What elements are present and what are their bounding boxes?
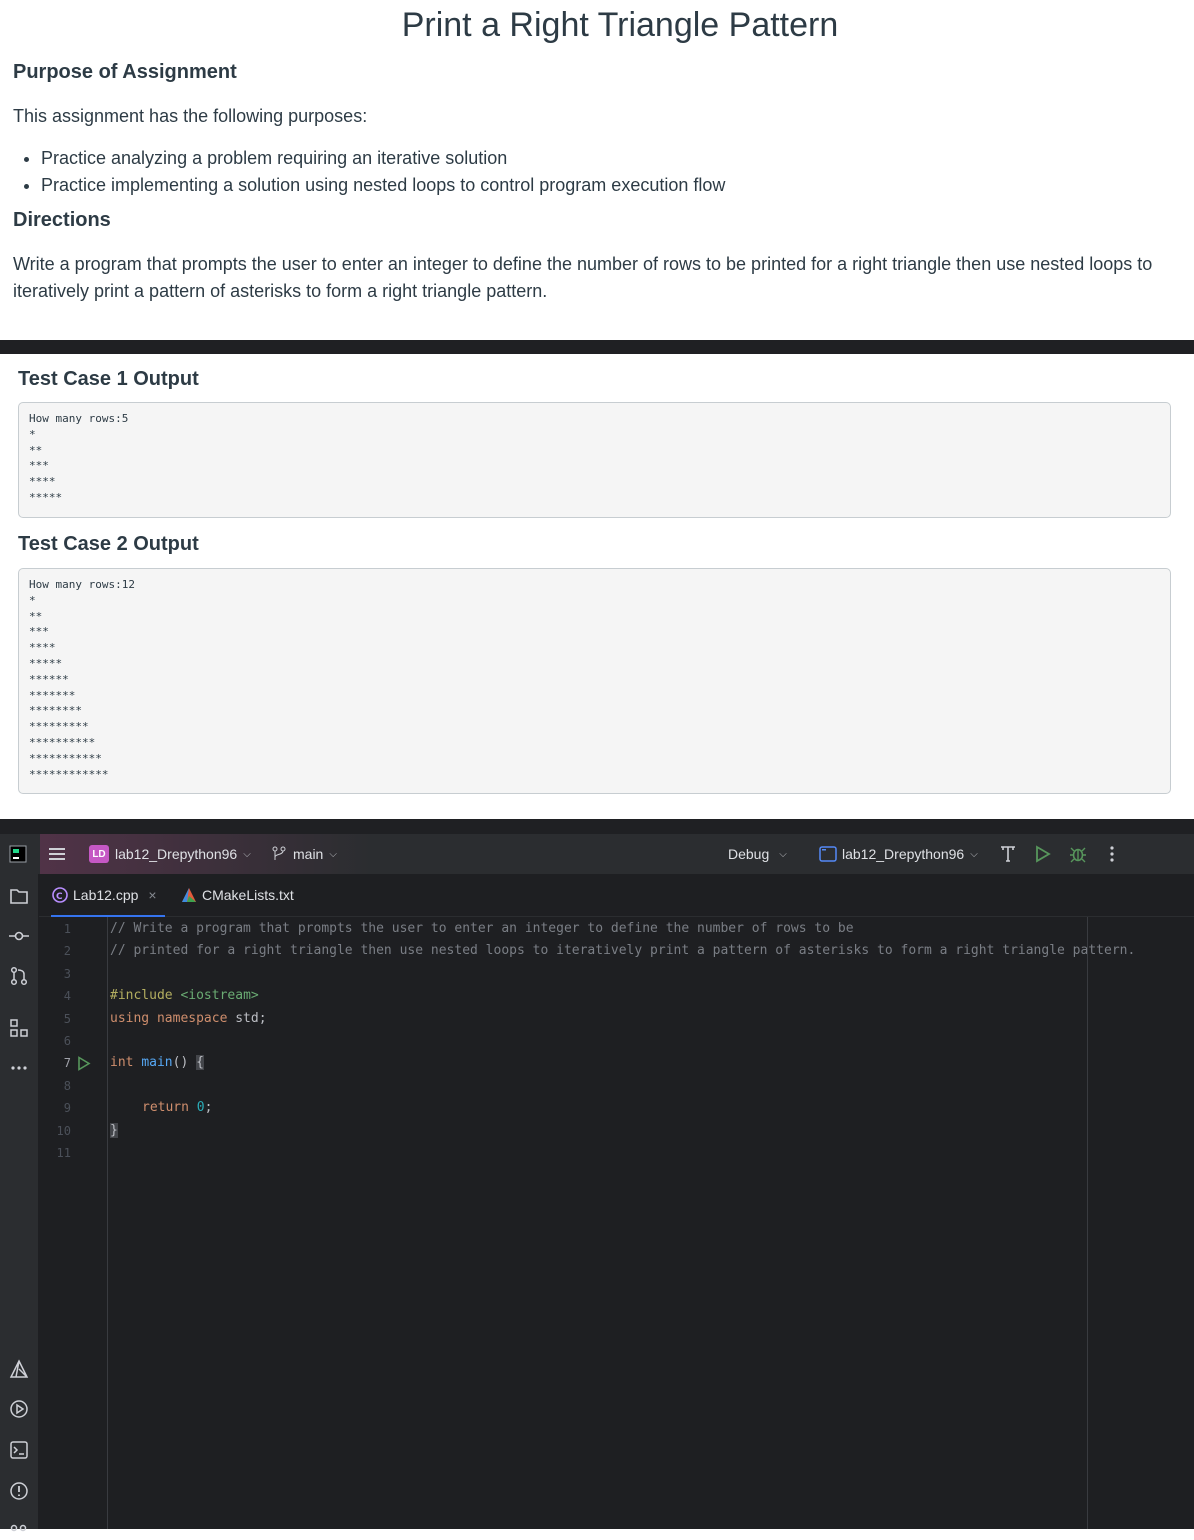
project-badge: LD <box>89 845 109 863</box>
keyword: return <box>142 1100 189 1116</box>
assignment-section: Print a Right Triangle Pattern Purpose o… <box>0 0 1194 340</box>
number-literal: 0 <box>196 1100 205 1116</box>
list-item: Practice analyzing a problem requiring a… <box>41 145 725 172</box>
main-menu-icon[interactable] <box>48 834 66 874</box>
chevron-down-icon: ⌵ <box>329 848 337 860</box>
line-number: 5 <box>63 1011 71 1026</box>
chevron-down-icon: ⌵ <box>779 848 787 860</box>
run-config-selector[interactable]: Debug ⌵ <box>728 834 787 874</box>
commit-icon[interactable] <box>7 924 31 948</box>
tab-cmakelists[interactable]: CMakeLists.txt <box>181 874 294 916</box>
code-text: ; <box>204 1100 213 1116</box>
list-item: Practice implementing a solution using n… <box>41 172 725 199</box>
editor-tabs: C Lab12.cpp × CMakeLists.txt <box>39 874 1194 917</box>
line-number: 8 <box>63 1078 71 1093</box>
line-number: 10 <box>56 1123 71 1138</box>
matched-brace: } <box>110 1122 118 1138</box>
test-case-2-output: How many rows:12 * ** *** **** ***** ***… <box>18 568 1171 794</box>
code-line-using: using namespace std; <box>110 1008 267 1030</box>
title-bar: LD lab12_Drepython96 ⌵ main ⌵ Debug ⌵ la… <box>0 834 1194 874</box>
test-case-1-output-text: How many rows:5 * ** *** **** ***** <box>29 412 129 504</box>
problems-icon[interactable] <box>7 1479 31 1503</box>
code-text: () <box>172 1055 197 1071</box>
directions-text: Write a program that prompts the user to… <box>13 254 1153 301</box>
code-text: std; <box>227 1010 267 1026</box>
code-line-comment: // printed for a right triangle then use… <box>110 943 1136 959</box>
folder-icon[interactable] <box>7 884 31 908</box>
target-selector[interactable]: lab12_Drepython96 ⌵ <box>819 834 978 874</box>
services-icon[interactable] <box>7 1397 31 1421</box>
build-icon[interactable] <box>1000 834 1016 874</box>
run-icon[interactable] <box>1035 834 1051 874</box>
chevron-down-icon: ⌵ <box>970 848 978 860</box>
line-number: 6 <box>63 1034 71 1048</box>
pull-requests-icon[interactable] <box>7 964 31 988</box>
more-actions-icon[interactable] <box>1106 834 1118 874</box>
cmake-icon[interactable] <box>7 1357 31 1381</box>
branch-selector[interactable]: main ⌵ <box>272 834 337 874</box>
ide-window: LD lab12_Drepython96 ⌵ main ⌵ Debug ⌵ la… <box>0 834 1194 1532</box>
debug-icon[interactable] <box>1069 834 1087 874</box>
chevron-down-icon: ⌵ <box>243 848 251 860</box>
directions-heading: Directions <box>13 209 111 231</box>
keyword: int <box>110 1055 134 1071</box>
include-header: <iostream> <box>180 988 259 1004</box>
section-divider <box>0 340 1194 354</box>
page-title: Print a Right Triangle Pattern <box>401 6 839 44</box>
right-margin-guide <box>1087 917 1088 1529</box>
run-config-label: Debug <box>728 846 770 862</box>
purpose-list: Practice analyzing a problem requiring a… <box>13 145 725 199</box>
project-name: lab12_Drepython96 <box>115 846 238 862</box>
test-case-2-output-text: How many rows:12 * ** *** **** ***** ***… <box>29 578 135 781</box>
purpose-heading: Purpose of Assignment <box>13 61 237 83</box>
line-number: 4 <box>63 989 71 1004</box>
code-line-comment: // Write a program that prompts the user… <box>110 921 854 936</box>
tab-lab12-cpp[interactable]: C Lab12.cpp × <box>51 874 165 917</box>
run-gutter-icon[interactable] <box>77 1056 91 1076</box>
code-editor[interactable]: // Write a program that prompts the user… <box>108 917 1194 1529</box>
test-case-1-output: How many rows:5 * ** *** **** ***** <box>18 402 1171 518</box>
line-number-gutter: 1 2 3 4 5 6 7 8 9 10 11 <box>39 917 108 1529</box>
version-control-icon[interactable] <box>7 1516 31 1540</box>
more-icon[interactable] <box>7 1056 31 1080</box>
line-number: 11 <box>56 1146 71 1160</box>
keyword: using namespace <box>110 1010 228 1026</box>
test-cases-section: Test Case 1 Output How many rows:5 * ** … <box>0 354 1194 819</box>
line-number: 3 <box>63 966 71 981</box>
line-number: 7 <box>63 1056 71 1071</box>
tab-label: Lab12.cpp <box>73 887 139 903</box>
line-number: 1 <box>63 922 71 936</box>
cpp-file-icon: C <box>52 887 68 903</box>
preprocessor-directive: #include <box>110 988 181 1004</box>
code-line-close: } <box>110 1120 118 1142</box>
structure-icon[interactable] <box>7 1016 31 1040</box>
matched-brace: { <box>196 1055 204 1071</box>
line-number: 9 <box>63 1101 71 1116</box>
target-icon <box>819 846 837 862</box>
section-divider <box>0 819 1194 834</box>
target-name: lab12_Drepython96 <box>842 846 965 862</box>
svg-text:C: C <box>56 892 63 902</box>
line-number: 2 <box>63 944 71 959</box>
app-logo-icon[interactable] <box>9 834 27 874</box>
code-line-return: return 0; <box>142 1097 212 1119</box>
code-line-include: #include <iostream> <box>110 985 259 1007</box>
terminal-icon[interactable] <box>7 1438 31 1462</box>
close-icon[interactable]: × <box>148 887 156 903</box>
branch-icon <box>272 846 286 860</box>
tab-label: CMakeLists.txt <box>202 887 294 903</box>
cmake-file-icon <box>182 888 196 902</box>
branch-name: main <box>293 846 324 862</box>
test-case-1-title: Test Case 1 Output <box>18 368 199 390</box>
function-name: main <box>141 1055 173 1071</box>
code-line-main: int main() { <box>110 1052 204 1074</box>
project-selector[interactable]: LD lab12_Drepython96 ⌵ <box>89 834 251 874</box>
purpose-intro: This assignment has the following purpos… <box>13 106 368 126</box>
test-case-2-title: Test Case 2 Output <box>18 533 199 555</box>
tool-window-bar <box>0 874 39 1532</box>
